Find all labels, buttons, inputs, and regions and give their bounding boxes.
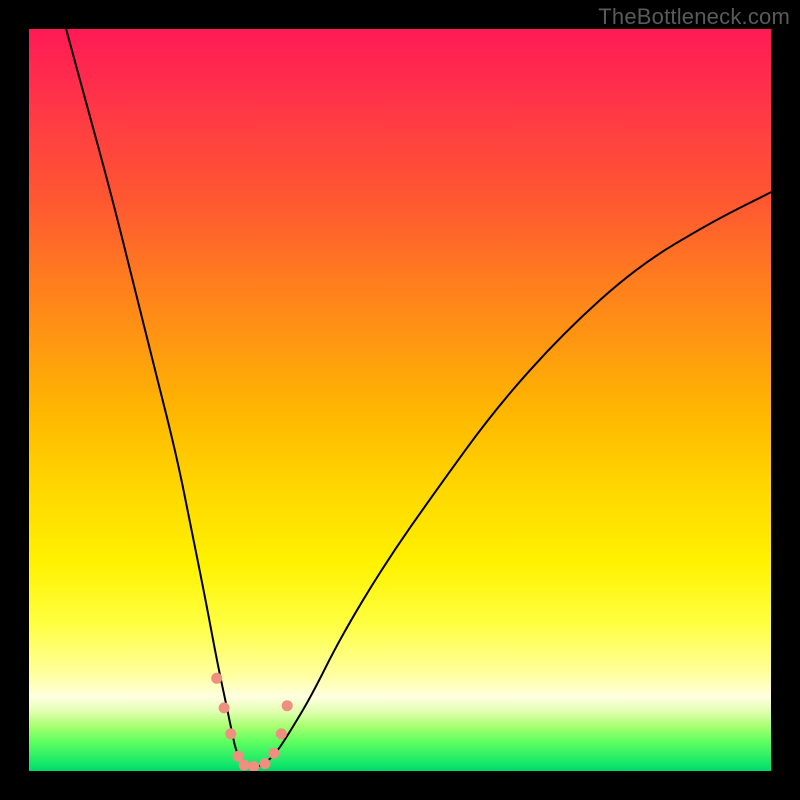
marker-dot bbox=[282, 700, 293, 711]
watermark-text: TheBottleneck.com bbox=[598, 4, 790, 30]
marker-dot bbox=[268, 748, 279, 759]
bottleneck-curve bbox=[66, 29, 771, 767]
chart-frame: TheBottleneck.com bbox=[0, 0, 800, 800]
chart-svg bbox=[29, 29, 771, 771]
marker-dot bbox=[219, 702, 230, 713]
marker-dot bbox=[260, 758, 271, 769]
marker-dot bbox=[239, 760, 250, 771]
plot-area bbox=[29, 29, 771, 771]
marker-dot bbox=[248, 761, 259, 771]
marker-dot bbox=[276, 728, 287, 739]
marker-dot bbox=[225, 728, 236, 739]
marker-dot bbox=[211, 673, 222, 684]
